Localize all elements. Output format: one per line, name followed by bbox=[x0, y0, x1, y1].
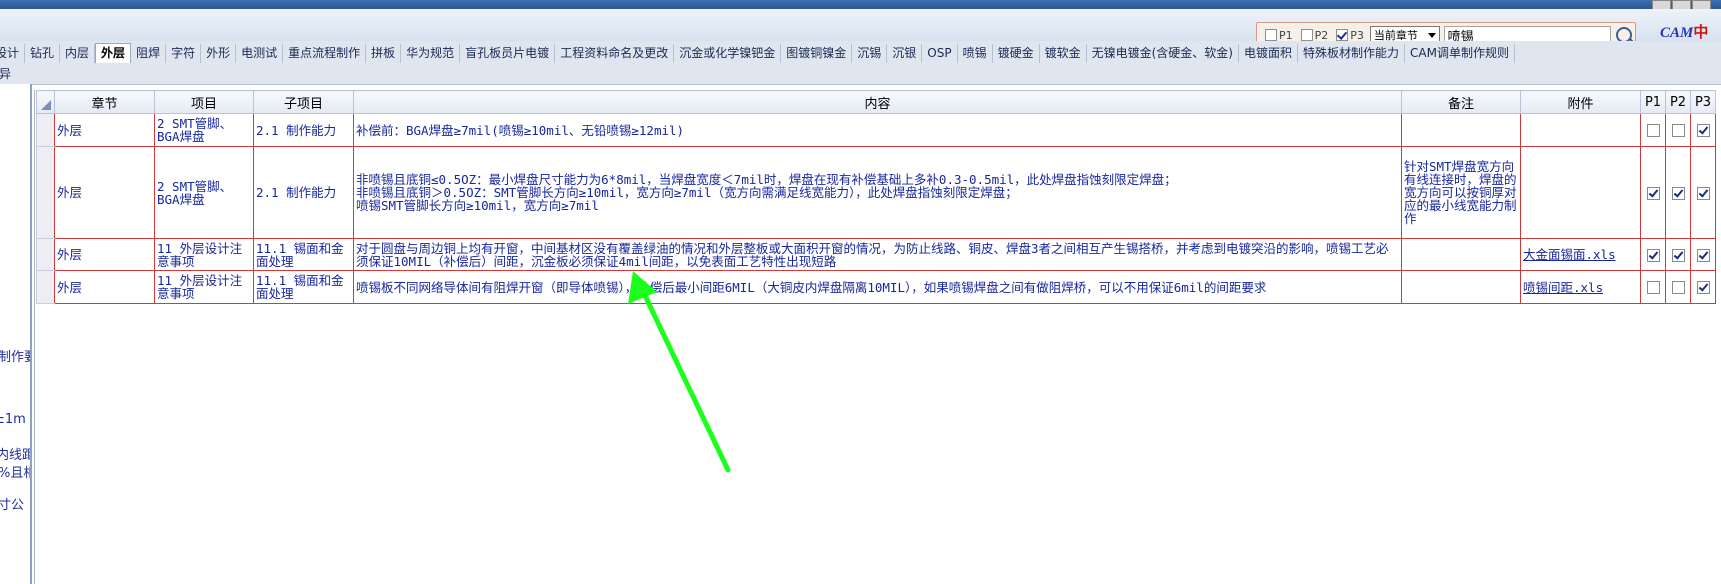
arrow-shaft bbox=[637, 282, 731, 473]
arrow-head bbox=[628, 271, 657, 304]
annotation-arrow bbox=[628, 271, 731, 473]
